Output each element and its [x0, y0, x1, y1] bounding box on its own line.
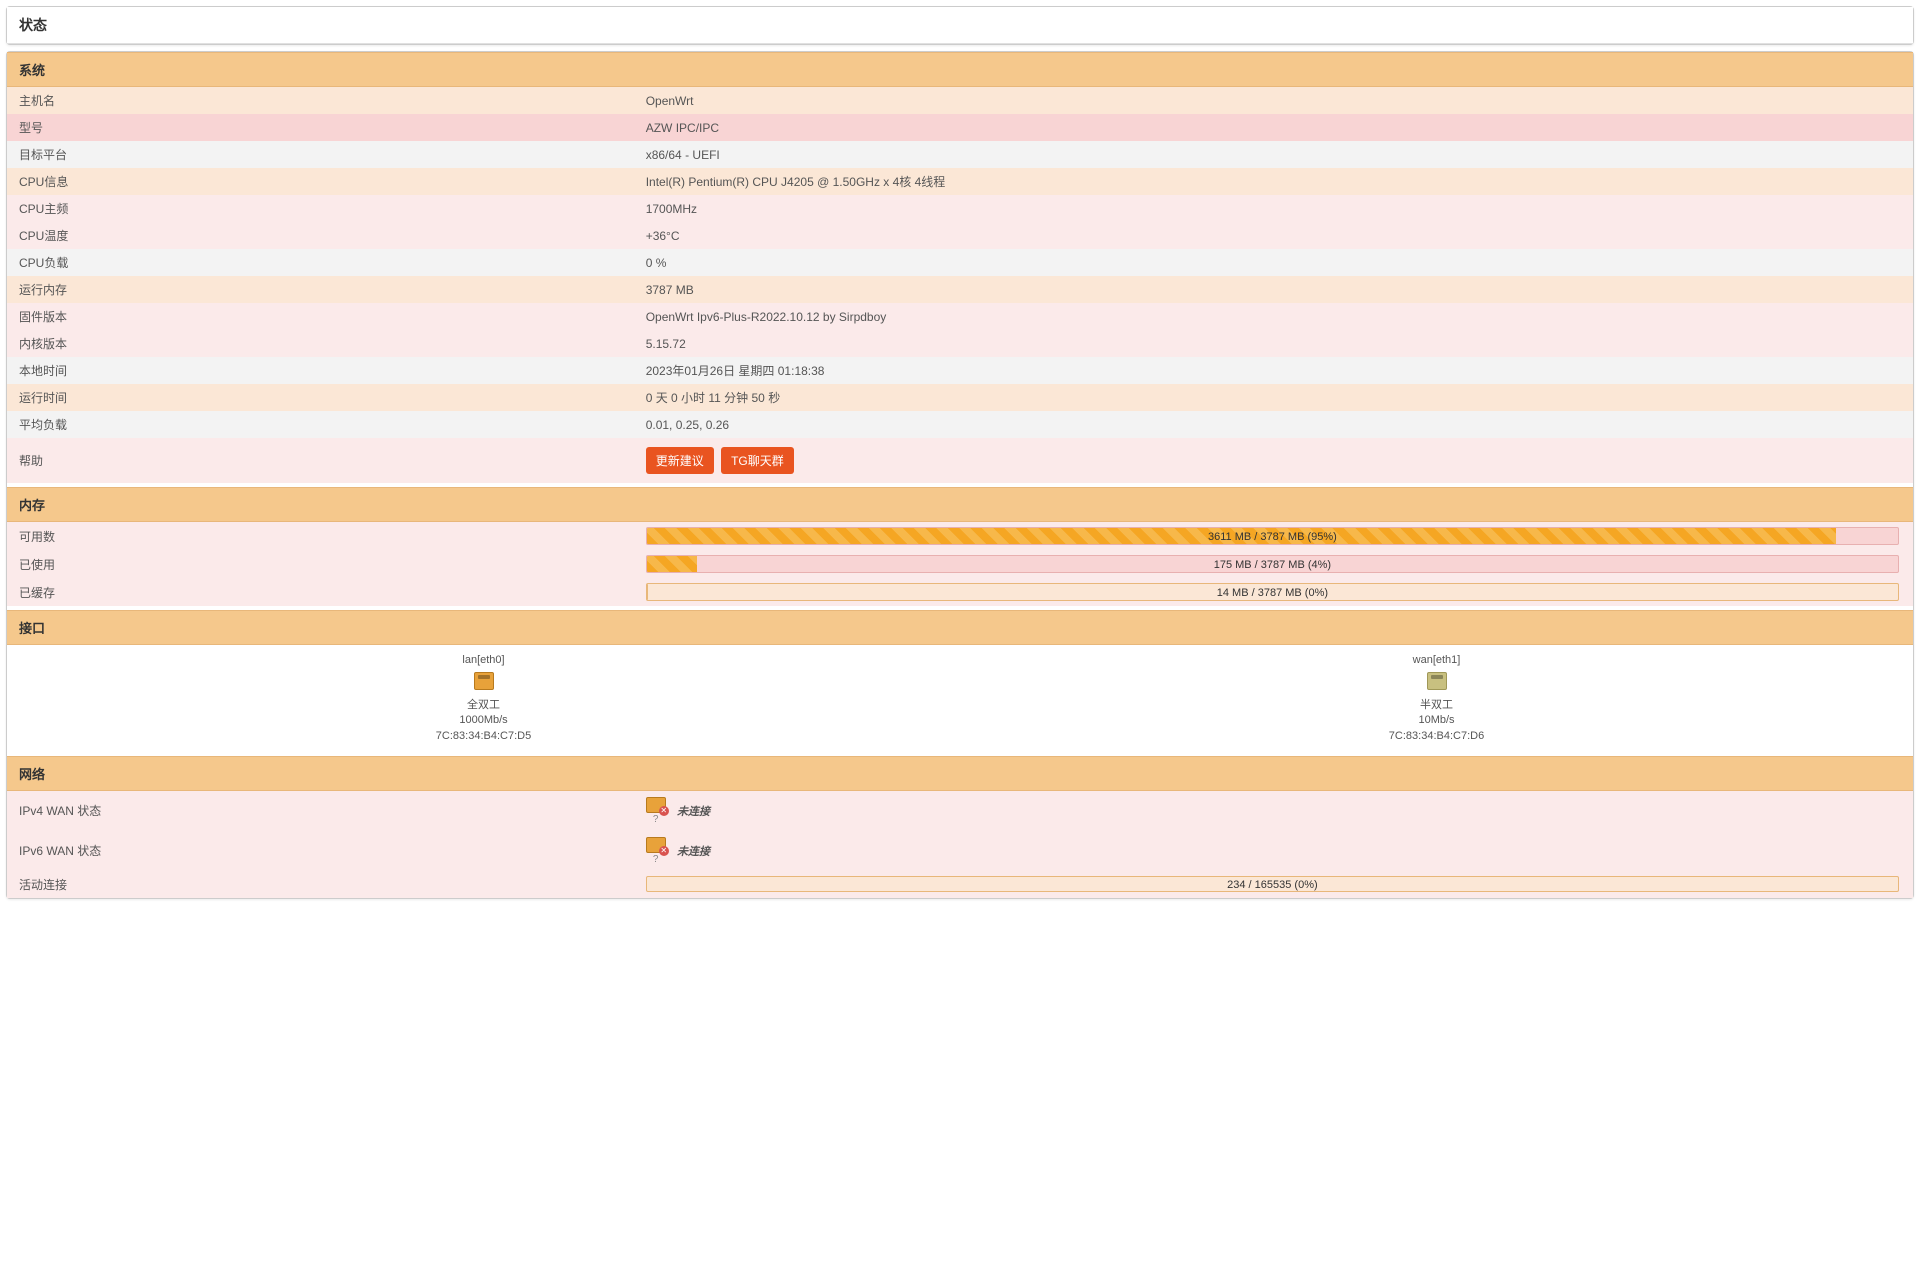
- value-hostname: OpenWrt: [646, 94, 1899, 108]
- section-network-title: 网络: [7, 756, 1913, 791]
- tg-chat-button[interactable]: TG聊天群: [721, 447, 794, 474]
- label-kernel: 内核版本: [19, 335, 646, 352]
- value-mem-cached: 14 MB / 3787 MB (0%): [646, 583, 1899, 601]
- value-model: AZW IPC/IPC: [646, 121, 1899, 135]
- label-cpu-temp: CPU温度: [19, 227, 646, 244]
- row-active-conn: 活动连接 234 / 165535 (0%): [7, 871, 1913, 898]
- row-ipv6-wan: IPv6 WAN 状态 ✕ ? 未连接: [7, 831, 1913, 871]
- iface-wan-name: wan[eth1]: [960, 653, 1913, 668]
- progress-mem-used: 175 MB / 3787 MB (4%): [646, 555, 1899, 573]
- value-kernel: 5.15.72: [646, 337, 1899, 351]
- value-loadavg: 0.01, 0.25, 0.26: [646, 418, 1899, 432]
- label-model: 型号: [19, 119, 646, 136]
- row-localtime: 本地时间 2023年01月26日 星期四 01:18:38: [7, 357, 1913, 384]
- progress-mem-avail: 3611 MB / 3787 MB (95%): [646, 527, 1899, 545]
- iface-lan-name: lan[eth0]: [7, 653, 960, 668]
- active-conn-text: 234 / 165535 (0%): [647, 877, 1898, 893]
- row-mem-used: 已使用 175 MB / 3787 MB (4%): [7, 550, 1913, 578]
- ethernet-port-icon: [1427, 672, 1447, 690]
- section-interfaces-title: 接口: [7, 610, 1913, 645]
- section-system-title: 系统: [7, 52, 1913, 87]
- row-ipv4-wan: IPv4 WAN 状态 ✕ ? 未连接: [7, 791, 1913, 831]
- label-loadavg: 平均负载: [19, 416, 646, 433]
- progress-text-avail: 3611 MB / 3787 MB (95%): [647, 528, 1898, 545]
- progress-text-cached: 14 MB / 3787 MB (0%): [647, 584, 1898, 601]
- row-fw-ver: 固件版本 OpenWrt Ipv6-Plus-R2022.10.12 by Si…: [7, 303, 1913, 330]
- row-hostname: 主机名 OpenWrt: [7, 87, 1913, 114]
- net-disconnected-icon: ✕ ?: [646, 837, 666, 865]
- row-kernel: 内核版本 5.15.72: [7, 330, 1913, 357]
- value-cpu-load: 0 %: [646, 256, 1899, 270]
- label-run-mem: 运行内存: [19, 281, 646, 298]
- value-help: 更新建议 TG聊天群: [646, 447, 1899, 474]
- progress-mem-cached: 14 MB / 3787 MB (0%): [646, 583, 1899, 601]
- row-loadavg: 平均负载 0.01, 0.25, 0.26: [7, 411, 1913, 438]
- row-run-mem: 运行内存 3787 MB: [7, 276, 1913, 303]
- value-cpu-temp: +36°C: [646, 229, 1899, 243]
- net-disconnected-icon: ✕ ?: [646, 797, 666, 825]
- label-active-conn: 活动连接: [19, 876, 646, 893]
- label-mem-used: 已使用: [19, 556, 646, 573]
- label-localtime: 本地时间: [19, 362, 646, 379]
- value-fw-ver: OpenWrt Ipv6-Plus-R2022.10.12 by Sirpdbo…: [646, 310, 1899, 324]
- label-help: 帮助: [19, 452, 646, 469]
- label-target: 目标平台: [19, 146, 646, 163]
- iface-lan-mac: 7C:83:34:B4:C7:D5: [7, 729, 960, 744]
- label-uptime: 运行时间: [19, 389, 646, 406]
- label-ipv6-wan: IPv6 WAN 状态: [19, 842, 646, 859]
- value-cpu-info: Intel(R) Pentium(R) CPU J4205 @ 1.50GHz …: [646, 173, 1899, 190]
- label-ipv4-wan: IPv4 WAN 状态: [19, 802, 646, 819]
- ipv6-status-text: 未连接: [677, 846, 710, 858]
- progress-text-used: 175 MB / 3787 MB (4%): [647, 556, 1898, 573]
- value-run-mem: 3787 MB: [646, 283, 1899, 297]
- value-mem-used: 175 MB / 3787 MB (4%): [646, 555, 1899, 573]
- value-cpu-freq: 1700MHz: [646, 202, 1899, 216]
- value-uptime: 0 天 0 小时 11 分钟 50 秒: [646, 389, 1899, 406]
- active-conn-bar: 234 / 165535 (0%): [646, 876, 1899, 892]
- interfaces-container: lan[eth0] 全双工 1000Mb/s 7C:83:34:B4:C7:D5…: [7, 645, 1913, 752]
- row-uptime: 运行时间 0 天 0 小时 11 分钟 50 秒: [7, 384, 1913, 411]
- iface-wan-duplex: 半双工: [960, 698, 1913, 713]
- label-hostname: 主机名: [19, 92, 646, 109]
- value-ipv4-wan: ✕ ? 未连接: [646, 797, 1899, 825]
- row-cpu-temp: CPU温度 +36°C: [7, 222, 1913, 249]
- label-fw-ver: 固件版本: [19, 308, 646, 325]
- iface-wan: wan[eth1] 半双工 10Mb/s 7C:83:34:B4:C7:D6: [960, 653, 1913, 744]
- label-mem-cached: 已缓存: [19, 584, 646, 601]
- value-target: x86/64 - UEFI: [646, 148, 1899, 162]
- row-target: 目标平台 x86/64 - UEFI: [7, 141, 1913, 168]
- value-localtime: 2023年01月26日 星期四 01:18:38: [646, 362, 1899, 379]
- row-mem-cached: 已缓存 14 MB / 3787 MB (0%): [7, 578, 1913, 606]
- row-cpu-info: CPU信息 Intel(R) Pentium(R) CPU J4205 @ 1.…: [7, 168, 1913, 195]
- label-mem-avail: 可用数: [19, 528, 646, 545]
- update-suggestion-button[interactable]: 更新建议: [646, 447, 714, 474]
- main-panel: 系统 主机名 OpenWrt 型号 AZW IPC/IPC 目标平台 x86/6…: [6, 51, 1914, 899]
- ipv4-status-text: 未连接: [677, 806, 710, 818]
- row-help: 帮助 更新建议 TG聊天群: [7, 438, 1913, 483]
- value-ipv6-wan: ✕ ? 未连接: [646, 837, 1899, 865]
- label-cpu-freq: CPU主频: [19, 200, 646, 217]
- row-cpu-load: CPU负载 0 %: [7, 249, 1913, 276]
- iface-lan-duplex: 全双工: [7, 698, 960, 713]
- row-cpu-freq: CPU主频 1700MHz: [7, 195, 1913, 222]
- iface-lan: lan[eth0] 全双工 1000Mb/s 7C:83:34:B4:C7:D5: [7, 653, 960, 744]
- value-active-conn: 234 / 165535 (0%): [646, 876, 1899, 892]
- iface-lan-speed: 1000Mb/s: [7, 713, 960, 728]
- row-mem-avail: 可用数 3611 MB / 3787 MB (95%): [7, 522, 1913, 550]
- label-cpu-load: CPU负载: [19, 254, 646, 271]
- ethernet-port-icon: [474, 672, 494, 690]
- section-memory-title: 内存: [7, 487, 1913, 522]
- iface-wan-mac: 7C:83:34:B4:C7:D6: [960, 729, 1913, 744]
- value-mem-avail: 3611 MB / 3787 MB (95%): [646, 527, 1899, 545]
- row-model: 型号 AZW IPC/IPC: [7, 114, 1913, 141]
- label-cpu-info: CPU信息: [19, 173, 646, 190]
- iface-wan-speed: 10Mb/s: [960, 713, 1913, 728]
- page-title: 状态: [7, 7, 1913, 44]
- status-panel: 状态: [6, 6, 1914, 45]
